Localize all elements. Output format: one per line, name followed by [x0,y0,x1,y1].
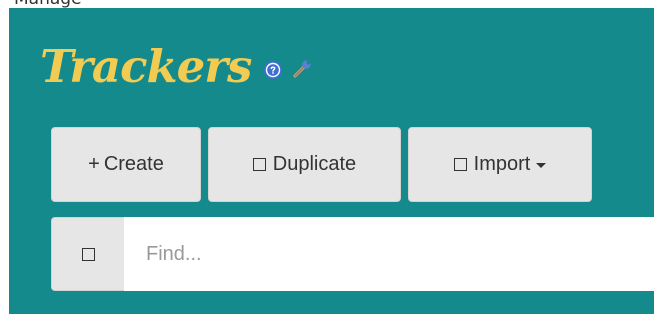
wrench-icon[interactable] [291,58,313,80]
search-input[interactable] [124,217,654,291]
create-label: Create [103,153,164,175]
duplicate-label: Duplicate [272,153,357,175]
square-icon [453,158,467,171]
square-icon [252,158,266,171]
import-label: Import [473,153,531,175]
import-dropdown-button[interactable]: Import [408,127,592,202]
caret-down-icon [536,163,547,168]
panel-header: Trackers [40,32,313,100]
plus-icon: + [88,153,100,175]
top-clipped-text: Manage [0,0,654,8]
question-circle-icon[interactable] [263,60,283,80]
page-title: Trackers [40,39,252,93]
search-addon[interactable] [51,217,124,291]
duplicate-button[interactable]: Duplicate [208,127,401,202]
square-icon [81,247,95,261]
create-button[interactable]: + Create [51,127,201,202]
toolbar: + Create Duplicate Import [51,127,592,202]
clipped-heading-text: Manage [14,0,82,8]
search-bar [51,217,654,291]
